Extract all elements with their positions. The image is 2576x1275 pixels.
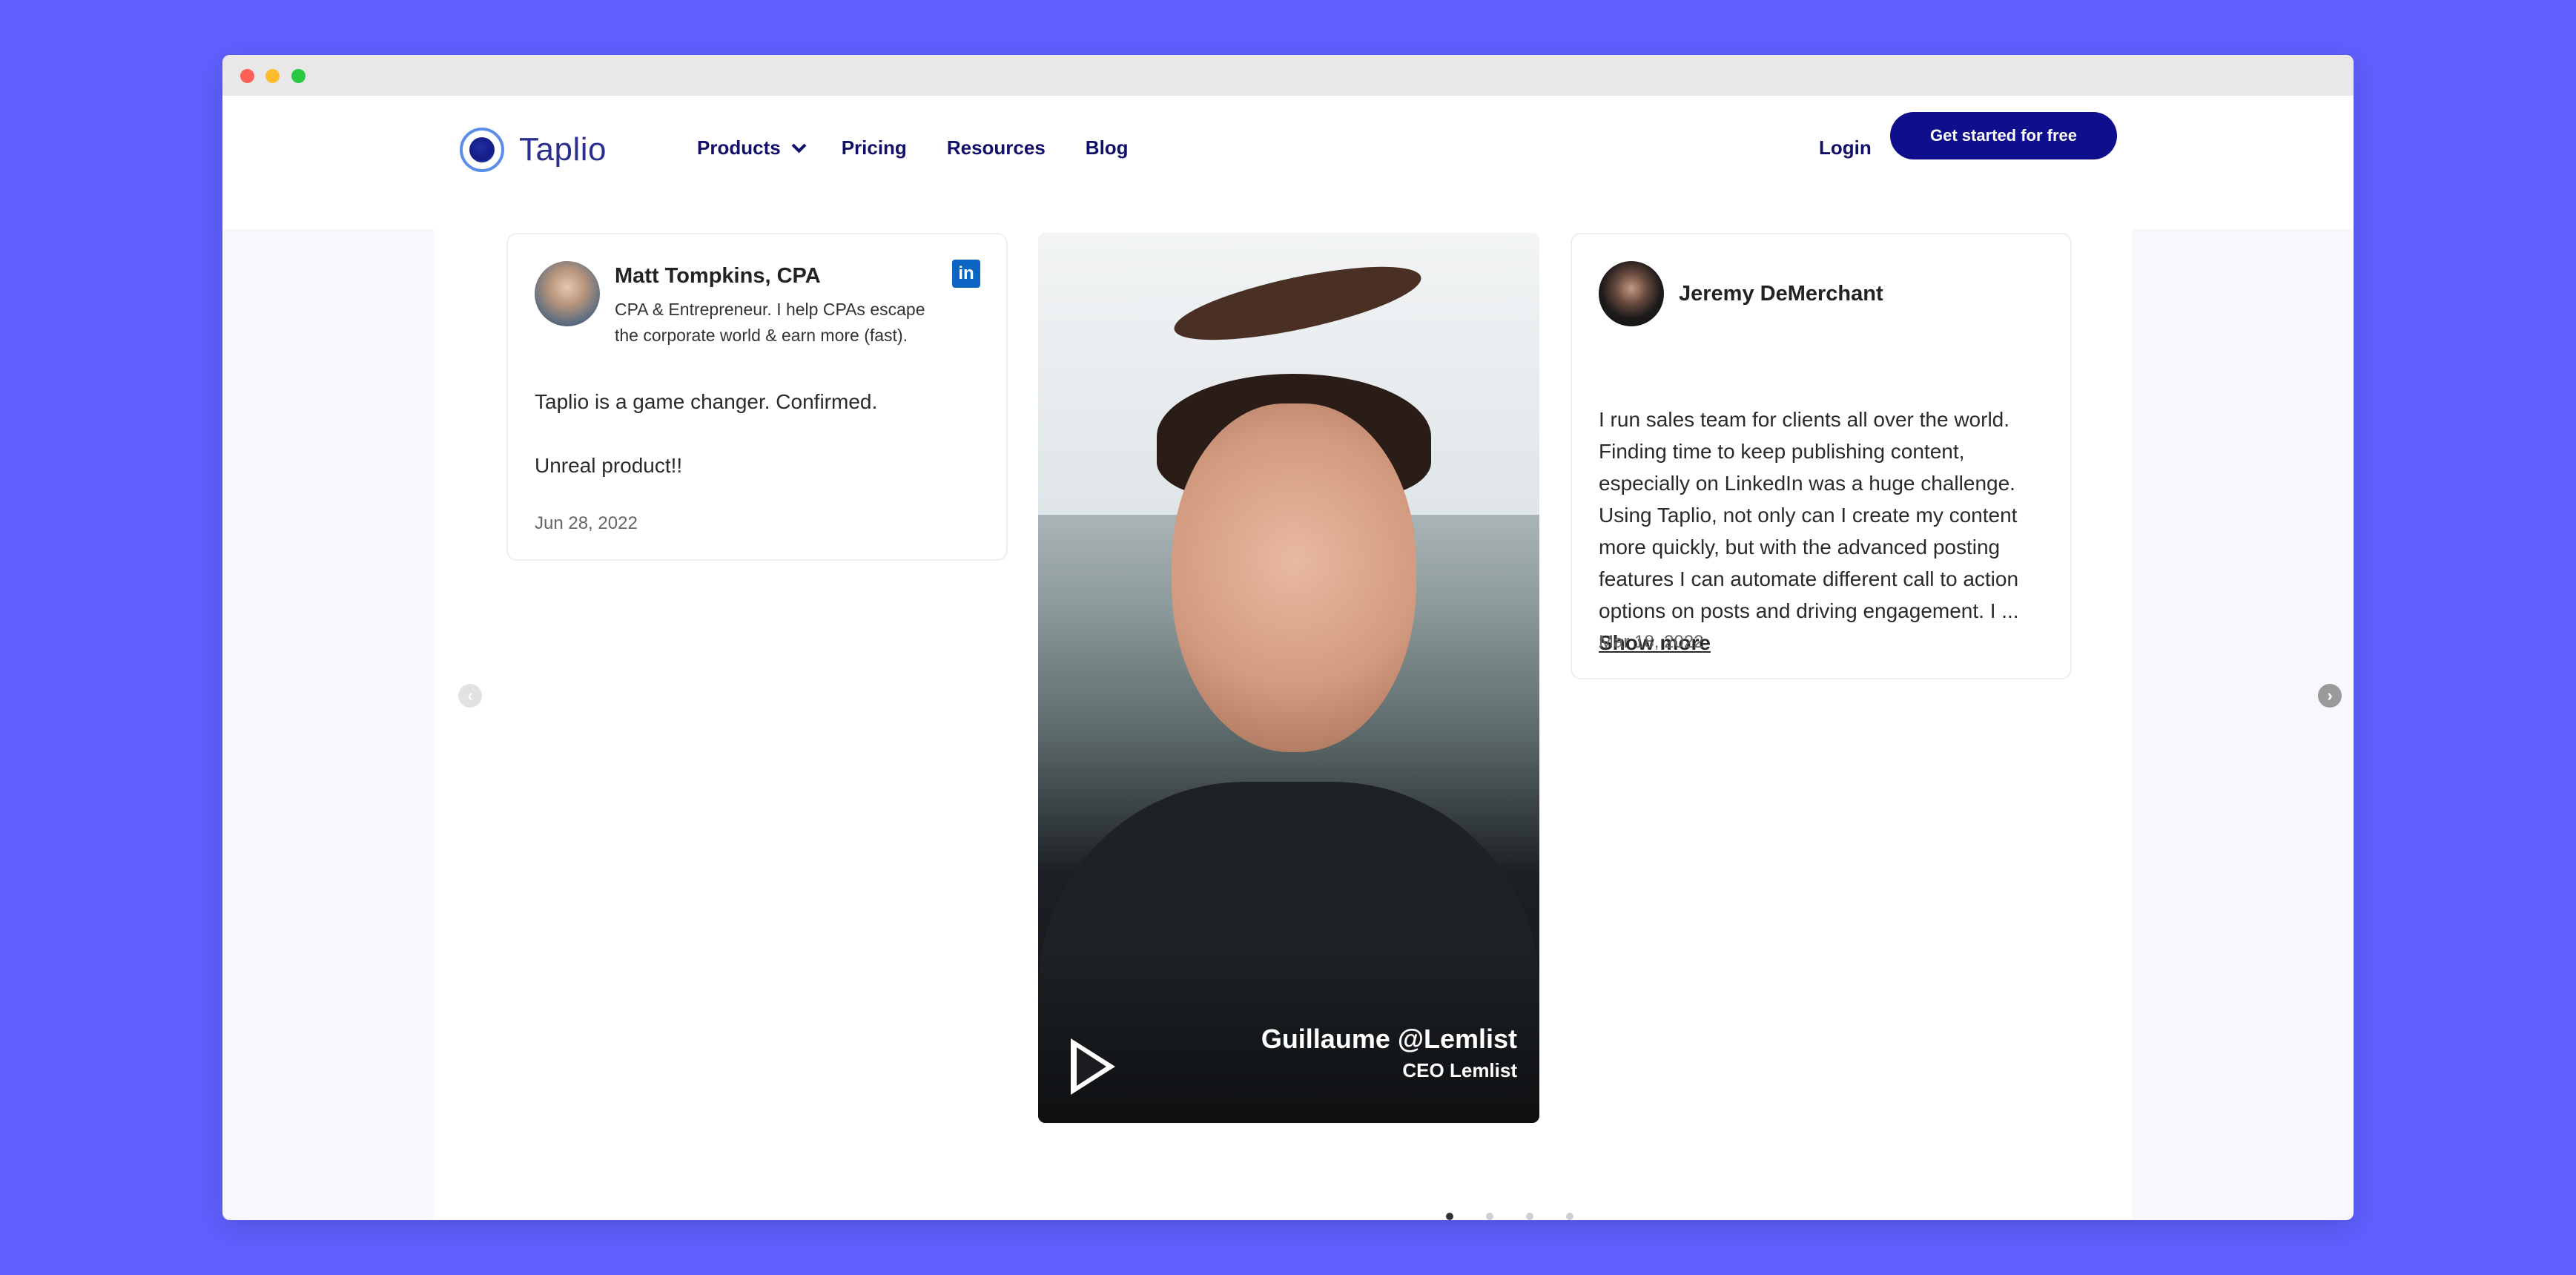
nav-pricing[interactable]: Pricing bbox=[842, 136, 907, 159]
testimonial-line: Taplio is a game changer. Confirmed. bbox=[535, 390, 878, 413]
avatar bbox=[1599, 261, 1664, 326]
testimonial-date: Jun 28, 2022 bbox=[535, 513, 638, 533]
taplio-logo-icon bbox=[460, 128, 504, 172]
avatar bbox=[535, 261, 600, 326]
chevron-down-icon bbox=[791, 138, 807, 153]
title-bar bbox=[222, 55, 2354, 96]
video-thumbnail-face bbox=[1172, 403, 1416, 752]
carousel-next-button[interactable]: › bbox=[2318, 684, 2342, 708]
carousel-page-dot[interactable] bbox=[1566, 1213, 1573, 1220]
testimonial-line: Unreal product!! bbox=[535, 454, 683, 477]
maximize-window-button[interactable] bbox=[291, 69, 306, 83]
brand-name: Taplio bbox=[519, 131, 607, 168]
minimize-window-button[interactable] bbox=[265, 69, 280, 83]
video-testimonial[interactable]: Guillaume @Lemlist CEO Lemlist bbox=[1038, 233, 1539, 1123]
carousel-pagination bbox=[1446, 1213, 1606, 1220]
nav-products[interactable]: Products bbox=[697, 136, 807, 159]
nav-products-label: Products bbox=[697, 136, 781, 159]
brand-logo[interactable]: Taplio bbox=[460, 128, 607, 172]
video-author-name: Guillaume @Lemlist bbox=[1261, 1024, 1517, 1054]
get-started-button[interactable]: Get started for free bbox=[1890, 112, 2117, 159]
author-bio: CPA & Entrepreneur. I help CPAs escape t… bbox=[615, 300, 925, 345]
linkedin-icon[interactable]: in bbox=[952, 260, 980, 288]
author-name: Matt Tompkins, CPA bbox=[615, 264, 821, 288]
browser-window: Taplio Products Pricing Resources Blog L… bbox=[222, 55, 2354, 1220]
carousel-page-dot[interactable] bbox=[1526, 1213, 1533, 1220]
testimonial-date: Mar 18, 2022 bbox=[1599, 632, 1704, 652]
carousel-page-dot[interactable] bbox=[1486, 1213, 1493, 1220]
play-icon[interactable] bbox=[1071, 1038, 1115, 1095]
carousel-prev-button[interactable]: ‹ bbox=[458, 684, 482, 708]
testimonial-text: I run sales team for clients all over th… bbox=[1599, 403, 2051, 659]
video-author-title: CEO Lemlist bbox=[1402, 1059, 1517, 1081]
testimonial-card: Matt Tompkins, CPA CPA & Entrepreneur. I… bbox=[506, 233, 1008, 561]
testimonial-text-content: I run sales team for clients all over th… bbox=[1599, 408, 2019, 622]
testimonial-card: Jeremy DeMerchant I run sales team for c… bbox=[1571, 233, 2072, 679]
login-link[interactable]: Login bbox=[1819, 136, 1872, 159]
close-window-button[interactable] bbox=[240, 69, 254, 83]
testimonial-text: Taplio is a game changer. Confirmed. Unr… bbox=[535, 386, 980, 481]
main-nav: Products Pricing Resources Blog bbox=[697, 136, 1169, 159]
nav-blog[interactable]: Blog bbox=[1086, 136, 1129, 159]
nav-resources[interactable]: Resources bbox=[947, 136, 1046, 159]
carousel-page-dot[interactable] bbox=[1446, 1213, 1453, 1220]
author-name: Jeremy DeMerchant bbox=[1679, 282, 1883, 306]
